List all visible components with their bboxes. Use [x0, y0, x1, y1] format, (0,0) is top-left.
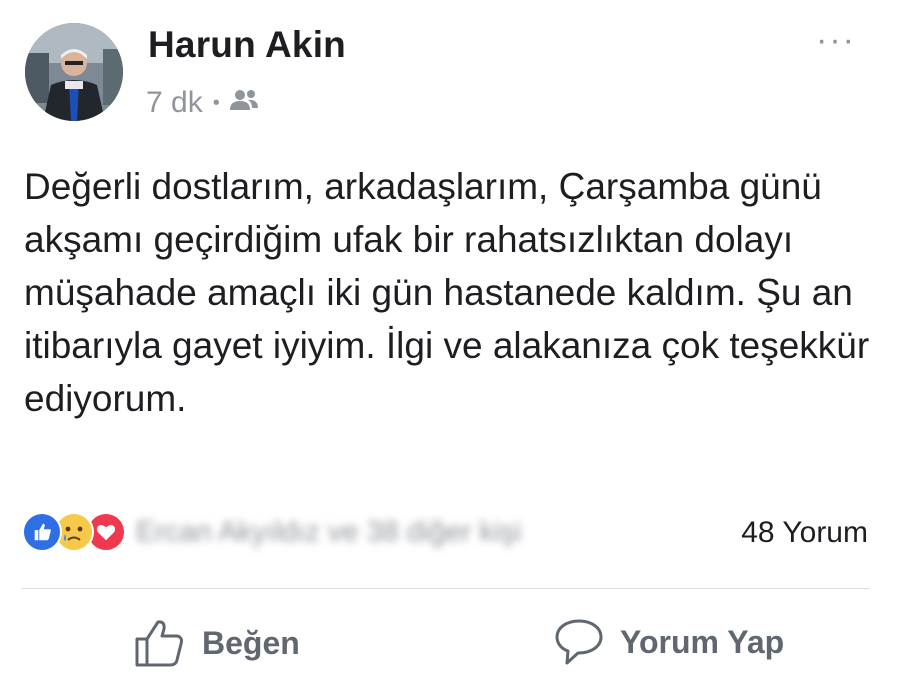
author-avatar[interactable]	[25, 23, 123, 121]
reactions-bar[interactable]: Ercan Akyıldız ve 38 diğer kişi	[22, 512, 521, 552]
thumbs-up-icon	[135, 620, 183, 667]
post-text: Değerli dostlarım, arkadaşlarım, Çarşamb…	[24, 166, 870, 419]
reactors-summary[interactable]: Ercan Akyıldız ve 38 diğer kişi	[136, 516, 521, 549]
like-reaction-icon	[22, 512, 62, 552]
author-name[interactable]: Harun Akin	[148, 24, 346, 66]
post-time[interactable]: 7 dk	[146, 86, 203, 120]
avatar-photo	[25, 23, 123, 121]
comment-count[interactable]: 48 Yorum	[741, 516, 868, 550]
more-options-button[interactable]: ···	[816, 23, 856, 57]
comment-bubble-icon	[555, 619, 603, 665]
comment-button-label: Yorum Yap	[620, 623, 785, 660]
divider	[22, 588, 870, 589]
post-meta: 7 dk •	[146, 86, 260, 120]
meta-separator: •	[212, 91, 220, 114]
friends-icon[interactable]	[228, 86, 260, 120]
like-button[interactable]: Beğen	[134, 618, 300, 668]
like-button-label: Beğen	[202, 624, 300, 661]
comment-button[interactable]: Yorum Yap	[554, 618, 784, 666]
